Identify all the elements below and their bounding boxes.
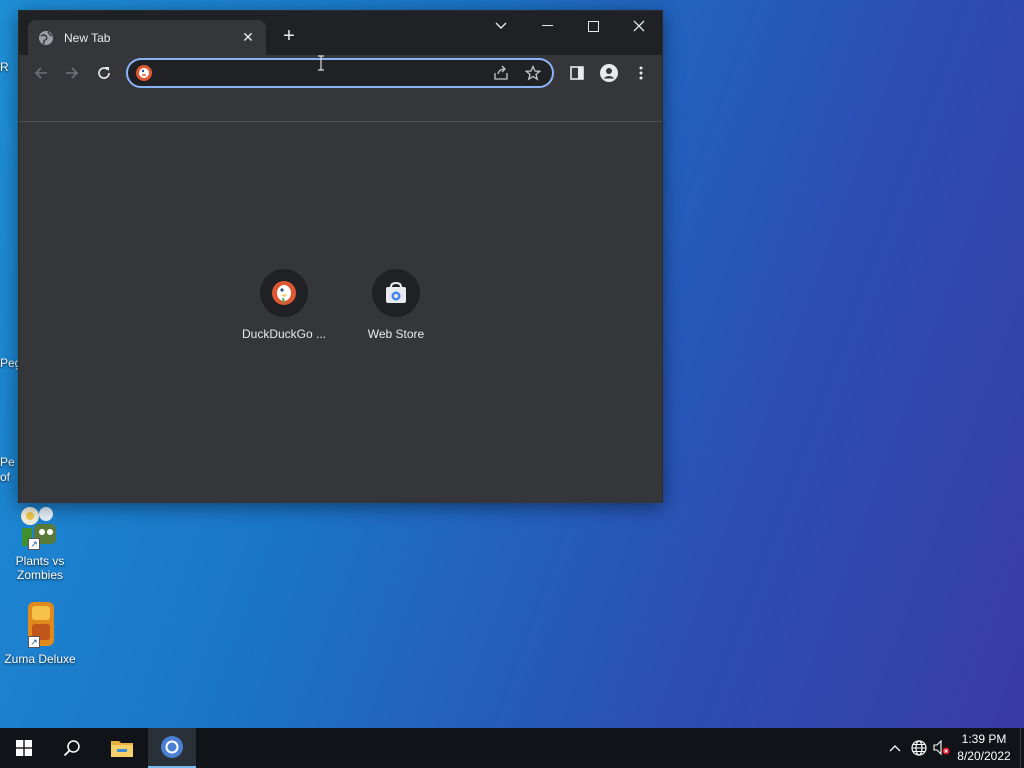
close-icon[interactable]: ✕ <box>240 29 256 46</box>
search-icon <box>63 740 80 757</box>
volume-button[interactable] <box>931 728 953 768</box>
file-explorer-button[interactable] <box>98 728 146 768</box>
profile-icon <box>600 64 618 82</box>
clock[interactable]: 1:39 PM 8/20/2022 <box>954 731 1014 765</box>
globe-icon <box>38 30 54 46</box>
desktop-icon-zuma-deluxe[interactable]: ↗ Zuma Deluxe <box>2 600 78 666</box>
share-icon <box>494 65 508 80</box>
text-cursor-icon <box>318 55 324 71</box>
file-explorer-icon <box>111 741 133 757</box>
desktop-icon-label: Zombies <box>16 568 63 582</box>
new-tab-page: DuckDuckGo ... Web Store <box>19 122 662 503</box>
address-bar[interactable] <box>126 58 554 88</box>
duckduckgo-icon <box>136 65 152 81</box>
shortcut-icon-circle <box>260 269 308 317</box>
desktop-label-fragment: Peg <box>0 356 18 370</box>
chrome-icon <box>161 736 183 758</box>
chrome-taskbar-button[interactable] <box>148 728 196 768</box>
minimize-button[interactable] <box>524 11 570 41</box>
reload-button[interactable] <box>92 61 116 85</box>
side-panel-icon <box>570 66 584 80</box>
network-button[interactable] <box>908 728 930 768</box>
desktop-icon-label: Plants vs <box>15 554 65 568</box>
forward-icon <box>66 67 79 79</box>
tab-search-button[interactable] <box>478 11 524 41</box>
bookmark-button[interactable] <box>522 62 544 84</box>
tab-title: New Tab <box>64 30 111 45</box>
bookmark-bar <box>19 91 662 122</box>
windows-start-icon <box>16 740 32 756</box>
title-bar[interactable]: New Tab ✕ + <box>19 11 662 55</box>
close-icon <box>633 20 645 32</box>
share-button[interactable] <box>490 62 512 84</box>
browser-window: New Tab ✕ + DuckDuckGo ... Web Store <box>18 10 663 503</box>
chevron-up-icon <box>889 745 901 752</box>
start-button[interactable] <box>0 728 48 768</box>
search-button[interactable] <box>48 728 96 768</box>
desktop-label-fragment: of <box>0 470 11 484</box>
toolbar <box>19 55 662 91</box>
network-icon <box>911 740 927 756</box>
shortcut-label: Web Store <box>367 327 425 341</box>
reload-icon <box>98 67 110 79</box>
show-desktop-button[interactable] <box>1020 728 1024 768</box>
desktop-label-fragment: R <box>0 60 9 74</box>
back-button[interactable] <box>29 61 53 85</box>
desktop-icon-label: Zuma Deluxe <box>4 652 76 666</box>
plus-icon[interactable]: + <box>278 25 300 47</box>
plants-vs-zombies-icon: ↗ <box>16 502 64 550</box>
shortcut-arrow-icon: ↗ <box>28 538 40 550</box>
show-hidden-icons-button[interactable] <box>884 728 906 768</box>
minimize-icon <box>541 25 553 26</box>
clock-time: 1:39 PM <box>961 732 1007 746</box>
star-icon <box>525 65 541 81</box>
profile-button[interactable] <box>597 61 621 85</box>
more-icon <box>639 66 643 80</box>
zuma-deluxe-icon: ↗ <box>16 600 64 648</box>
volume-muted-icon <box>933 740 950 756</box>
maximize-button[interactable] <box>570 11 616 41</box>
desktop-icon-plants-vs-zombies[interactable]: ↗ Plants vs Zombies <box>2 502 78 582</box>
web-store-icon <box>386 281 406 303</box>
desktop-label-fragment: Pe <box>0 455 15 469</box>
close-window-button[interactable] <box>616 11 662 41</box>
shortcut-web-store[interactable]: Web Store <box>340 269 452 341</box>
maximize-icon <box>587 20 599 32</box>
shortcut-duckduckgo[interactable]: DuckDuckGo ... <box>228 269 340 341</box>
tab-new-tab[interactable]: New Tab ✕ <box>28 20 266 55</box>
side-panel-button[interactable] <box>565 61 589 85</box>
clock-date: 8/20/2022 <box>957 749 1011 763</box>
chevron-down-icon <box>495 22 507 29</box>
duckduckgo-icon <box>272 281 296 305</box>
shortcut-arrow-icon: ↗ <box>28 636 40 648</box>
forward-button[interactable] <box>60 61 84 85</box>
back-icon <box>34 67 47 79</box>
shortcut-label: DuckDuckGo ... <box>241 327 327 341</box>
shortcut-icon-circle <box>372 269 420 317</box>
taskbar: 1:39 PM 8/20/2022 <box>0 728 1024 768</box>
more-menu-button[interactable] <box>629 61 653 85</box>
